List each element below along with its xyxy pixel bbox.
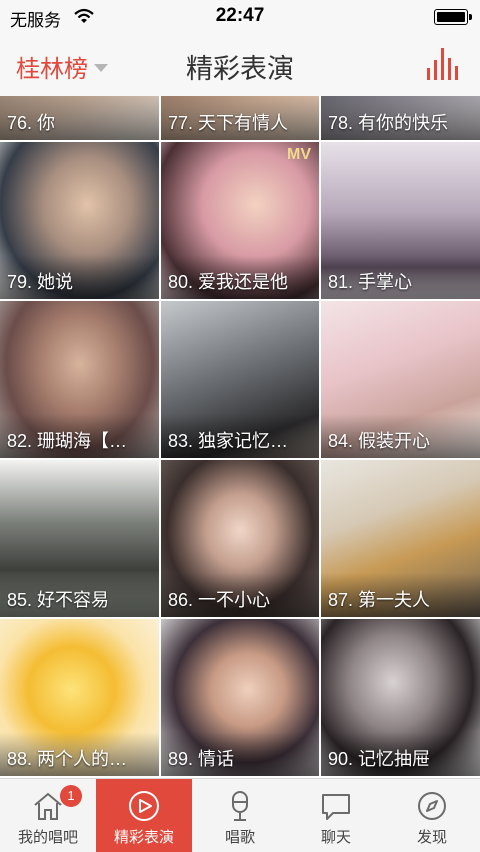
performance-tile[interactable]: 82. 珊瑚海【… bbox=[0, 301, 159, 458]
performance-title: 79. 她说 bbox=[7, 272, 74, 292]
tab-chat[interactable]: 聊天 bbox=[288, 779, 384, 852]
performance-title: 84. 假装开心 bbox=[328, 431, 431, 451]
performance-title: 78. 有你的快乐 bbox=[328, 113, 449, 133]
performance-title: 86. 一不小心 bbox=[168, 590, 271, 610]
performance-tile[interactable]: 77. 天下有情人 bbox=[161, 96, 319, 140]
performance-title: 90. 记忆抽屉 bbox=[328, 749, 431, 769]
performance-tile[interactable]: 88. 两个人的… bbox=[0, 619, 159, 776]
performance-grid: 76. 你 77. 天下有情人 78. 有你的快乐 79. 她说 MV 80. 爱我还是他… bbox=[0, 96, 480, 778]
city-selector[interactable]: 桂林榜 bbox=[16, 49, 108, 84]
tab-label: 我的唱吧 bbox=[17, 829, 78, 846]
tab-label: 唱歌 bbox=[224, 829, 255, 846]
ranking-chart-icon[interactable] bbox=[424, 48, 460, 80]
performance-title: 80. 爱我还是他 bbox=[168, 272, 289, 292]
performance-title: 82. 珊瑚海【… bbox=[7, 431, 128, 451]
status-bar: 无服务 22:47 bbox=[0, 0, 480, 34]
nav-bar: 桂林榜 精彩表演 bbox=[0, 34, 480, 96]
play-icon bbox=[129, 791, 159, 821]
performance-title: 81. 手掌心 bbox=[328, 272, 413, 292]
performance-tile[interactable]: 90. 记忆抽屉 bbox=[321, 619, 480, 776]
performance-tile[interactable]: 89. 情话 bbox=[161, 619, 319, 776]
tab-label: 聊天 bbox=[320, 829, 351, 846]
tab-sing[interactable]: 唱歌 bbox=[192, 779, 288, 852]
tab-performances[interactable]: 精彩表演 bbox=[96, 779, 192, 852]
performance-tile[interactable]: 83. 独家记忆… bbox=[161, 301, 319, 458]
performance-tile[interactable]: 78. 有你的快乐 bbox=[321, 96, 480, 140]
tab-discover[interactable]: 发现 bbox=[384, 779, 480, 852]
performance-title: 83. 独家记忆… bbox=[168, 431, 289, 451]
performance-title: 89. 情话 bbox=[168, 749, 235, 769]
performance-title: 85. 好不容易 bbox=[7, 590, 110, 610]
tab-label: 发现 bbox=[416, 829, 447, 846]
performance-tile[interactable]: 81. 手掌心 bbox=[321, 142, 480, 299]
performance-tile[interactable]: 85. 好不容易 bbox=[0, 460, 159, 617]
performance-title: 88. 两个人的… bbox=[7, 749, 128, 769]
tab-label: 精彩表演 bbox=[113, 829, 174, 846]
tab-my-ktv[interactable]: 1 我的唱吧 bbox=[0, 779, 96, 852]
city-label: 桂林榜 bbox=[16, 56, 88, 83]
performance-title: 76. 你 bbox=[7, 113, 56, 133]
tab-bar: 1 我的唱吧 精彩表演 唱歌 聊天 发现 bbox=[0, 778, 480, 852]
clock: 22:47 bbox=[215, 5, 265, 26]
performance-tile[interactable]: 79. 她说 bbox=[0, 142, 159, 299]
microphone-icon bbox=[232, 791, 248, 821]
mv-badge: MV bbox=[287, 146, 311, 163]
chat-icon bbox=[322, 794, 350, 820]
performance-tile[interactable]: 76. 你 bbox=[0, 96, 159, 140]
performance-tile[interactable]: 87. 第一夫人 bbox=[321, 460, 480, 617]
chevron-down-icon bbox=[94, 63, 108, 72]
performance-title: 87. 第一夫人 bbox=[328, 590, 431, 610]
discover-icon bbox=[418, 792, 446, 820]
notification-badge: 1 bbox=[60, 785, 82, 807]
performance-tile[interactable]: MV 80. 爱我还是他 bbox=[161, 142, 319, 299]
performance-title: 77. 天下有情人 bbox=[168, 113, 289, 133]
performance-tile[interactable]: 86. 一不小心 bbox=[161, 460, 319, 617]
performance-tile[interactable]: 84. 假装开心 bbox=[321, 301, 480, 458]
battery-icon bbox=[434, 9, 472, 25]
